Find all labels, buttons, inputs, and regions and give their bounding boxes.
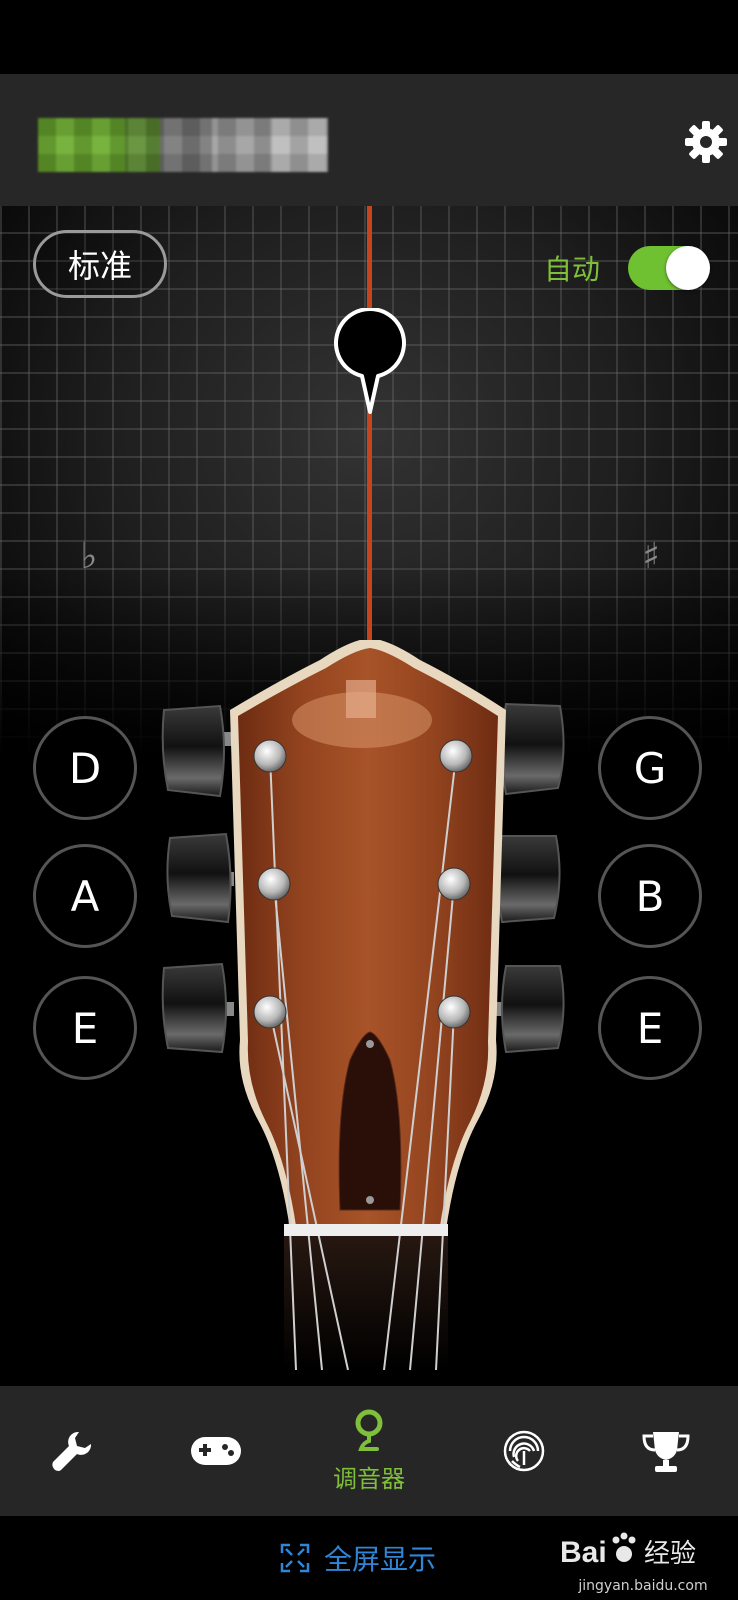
- string-label: G: [633, 743, 667, 793]
- fingerprint-icon: [503, 1430, 545, 1472]
- watermark-domain: jingyan.baidu.com: [578, 1578, 708, 1594]
- string-button-low-e[interactable]: E: [33, 976, 137, 1080]
- string-label: B: [635, 871, 665, 921]
- nav-tuner-label: 调音器: [333, 1464, 405, 1493]
- nav-achievements[interactable]: [606, 1386, 726, 1516]
- string-label: E: [636, 1003, 664, 1053]
- watermark-brand: Bai: [560, 1536, 607, 1569]
- string-label: A: [70, 871, 100, 921]
- app-logo-blurred: [38, 118, 328, 172]
- tuner-pin-icon: [355, 1409, 383, 1451]
- watermark-suffix: 经验: [644, 1539, 696, 1569]
- string-label: D: [68, 743, 102, 793]
- auto-label: 自动: [543, 253, 600, 286]
- auto-toggle-knob[interactable]: [666, 246, 710, 290]
- nav-games[interactable]: [156, 1386, 276, 1516]
- paw-icon: [612, 1532, 636, 1562]
- string-button-high-e[interactable]: E: [598, 976, 702, 1080]
- string-button-d[interactable]: D: [33, 716, 137, 820]
- string-label: E: [71, 1003, 99, 1053]
- fullscreen-icon: [280, 1543, 310, 1573]
- gamepad-icon: [191, 1437, 241, 1465]
- guitar-headstock: [161, 640, 565, 1370]
- tuning-needle: [367, 206, 372, 656]
- tuning-mode-label: 标准: [67, 247, 132, 285]
- trophy-icon: [642, 1432, 690, 1472]
- nav-fingerprint[interactable]: [464, 1386, 584, 1516]
- flat-symbol: ♭: [80, 536, 98, 577]
- sharp-symbol: ♯: [642, 536, 660, 577]
- string-button-b[interactable]: B: [598, 844, 702, 948]
- string-button-g[interactable]: G: [598, 716, 702, 820]
- status-bar-area: [0, 0, 738, 74]
- tuning-mode-button[interactable]: 标准: [33, 230, 167, 298]
- fullscreen-label: 全屏显示: [324, 1543, 437, 1576]
- fullscreen-button[interactable]: 全屏显示: [280, 1536, 480, 1580]
- tuner-pegs-left: [161, 704, 234, 1054]
- nav-tuner[interactable]: 调音器: [309, 1386, 429, 1516]
- string-button-a[interactable]: A: [33, 844, 137, 948]
- nav-tools[interactable]: [12, 1386, 132, 1516]
- pitch-indicator: [334, 308, 406, 414]
- wrench-icon: [52, 1431, 92, 1471]
- settings-button[interactable]: [682, 118, 730, 166]
- gear-icon: [685, 121, 727, 163]
